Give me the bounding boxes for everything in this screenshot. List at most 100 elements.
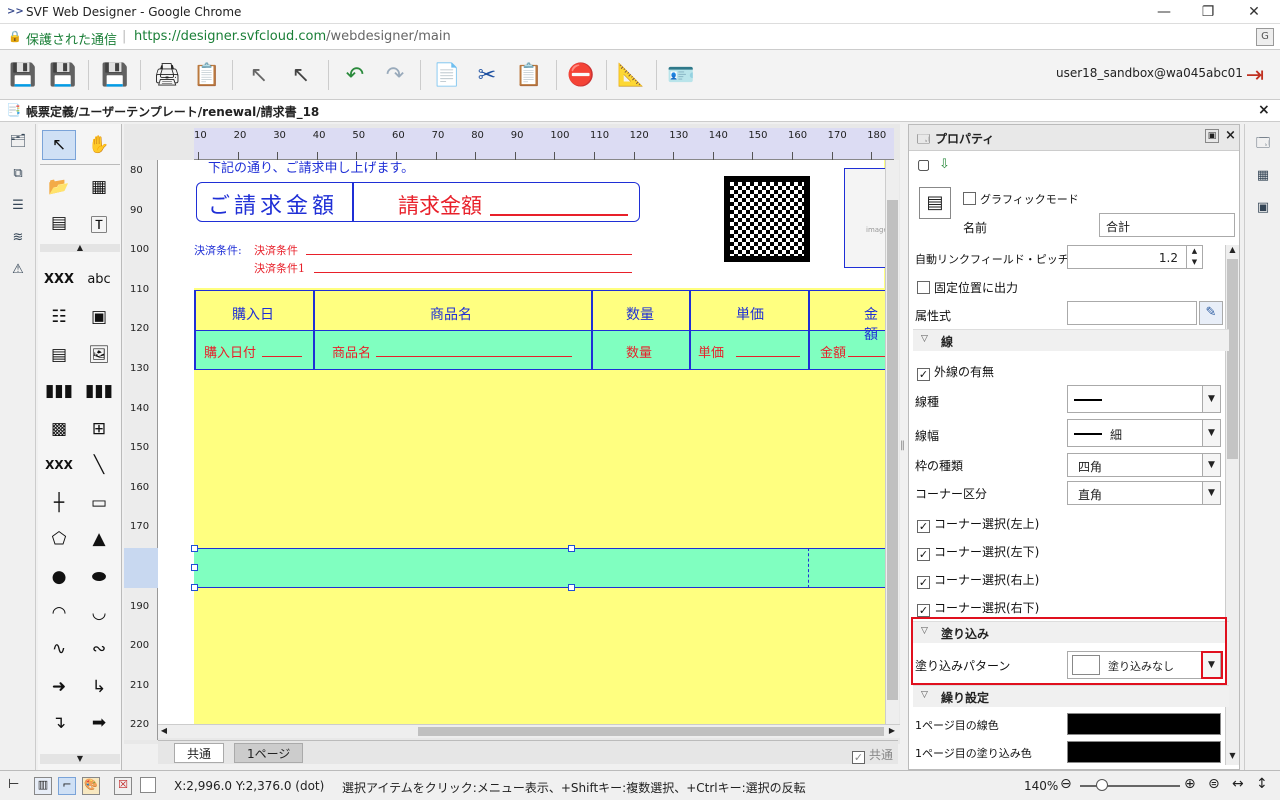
chevron-down-icon[interactable]: ▼	[1202, 420, 1220, 446]
save-as-icon[interactable]: 💾	[48, 60, 78, 90]
select-all-icon[interactable]: ↖	[286, 60, 316, 90]
wave-tool-icon[interactable]: ∿	[42, 634, 76, 664]
hand-tool-icon[interactable]: ✋	[82, 130, 116, 160]
field-list-icon[interactable]: ☷	[42, 302, 76, 332]
calculator-icon[interactable]: ▤	[42, 208, 76, 238]
user-card-icon[interactable]: 🪪	[666, 60, 696, 90]
field-amount[interactable]: 金額	[820, 342, 846, 361]
data-tab-icon[interactable]: ▦	[1253, 166, 1273, 186]
selection-handle[interactable]	[191, 545, 198, 552]
layers-icon[interactable]: ≋	[8, 228, 28, 248]
polygon-tool-icon[interactable]: ⬠	[42, 524, 76, 554]
payment-value-1[interactable]: 決済条件	[254, 242, 298, 258]
barcode-icon[interactable]: ▮▮▮	[42, 376, 76, 406]
palette-icon[interactable]: 🎨	[82, 777, 100, 795]
corner-icon[interactable]: ⌐	[58, 777, 76, 795]
translate-icon[interactable]: G	[1256, 28, 1274, 46]
field-quantity[interactable]: 数量	[626, 342, 652, 361]
corner-bottom-right-checkbox[interactable]: ✓ コーナー選択(右下)	[917, 599, 1039, 617]
field-product-name[interactable]: 商品名	[332, 342, 371, 361]
paste-icon[interactable]: 📋	[514, 60, 544, 90]
page1-line-color-swatch[interactable]	[1067, 713, 1221, 735]
corner-top-right-checkbox[interactable]: ✓ コーナー選択(右上)	[917, 571, 1039, 589]
field-unit-price[interactable]: 単価	[698, 342, 724, 361]
selection-handle[interactable]	[568, 584, 575, 591]
close-document-icon[interactable]: ×	[1258, 102, 1270, 118]
autolink-input[interactable]: 1.2 ▲ ▼	[1067, 245, 1203, 269]
fit-width-icon[interactable]: ↔	[1232, 776, 1244, 792]
restore-button[interactable]: ❐	[1198, 2, 1218, 22]
barcode2-icon[interactable]: ▮▮▮	[82, 376, 116, 406]
arc-tool-icon[interactable]: ◠	[42, 598, 76, 628]
zoom-slider[interactable]	[1080, 785, 1180, 787]
frame-type-select[interactable]: 四角 ▼	[1067, 453, 1221, 477]
ruler-icon[interactable]: 📐	[616, 60, 646, 90]
undo-icon[interactable]: ↶	[340, 60, 370, 90]
ellipse-arc-icon[interactable]: ◡	[82, 598, 116, 628]
url-text[interactable]: https://designer.svfcloud.com/webdesigne…	[134, 29, 451, 44]
intro-text[interactable]: 下記の通り、ご請求申し上げます。	[208, 160, 414, 176]
selection-handle[interactable]	[191, 564, 198, 571]
repeat-section-header[interactable]: ▽ 繰り設定	[913, 685, 1229, 707]
open-folder-icon[interactable]: 📂	[42, 172, 76, 202]
spinner-icon[interactable]: ▲ ▼	[1186, 246, 1202, 268]
scroll-up-icon[interactable]: ▲	[1226, 245, 1239, 257]
header-purchase-date[interactable]: 購入日	[232, 304, 274, 324]
panel-view-icon[interactable]: ▢	[917, 157, 930, 173]
select-cursor-icon[interactable]: ↖	[244, 60, 274, 90]
payment-label[interactable]: 決済条件:	[194, 242, 242, 258]
arrow-bend-icon[interactable]: ↳	[82, 672, 116, 702]
zoom-slider-thumb[interactable]	[1096, 779, 1108, 791]
list-icon[interactable]: ☰	[8, 196, 28, 216]
copy-layers-icon[interactable]: ⧉	[8, 164, 28, 184]
cut-icon[interactable]: ✂	[472, 60, 502, 90]
selection-handle[interactable]	[568, 545, 575, 552]
horizontal-scroll-thumb[interactable]	[418, 727, 884, 736]
zoom-out-icon[interactable]: ⊖	[1060, 776, 1072, 792]
text-tool-icon[interactable]: abc	[82, 264, 116, 294]
chevron-down-icon[interactable]: ▼	[1202, 454, 1220, 476]
form-paper[interactable]: 下記の通り、ご請求申し上げます。 ご請求金額 請求金額 image 決済条件: …	[158, 160, 886, 726]
header-unit-price[interactable]: 単価	[736, 304, 764, 324]
table-data-icon[interactable]: ▦	[82, 172, 116, 202]
page1-fill-color-swatch[interactable]	[1067, 741, 1221, 763]
settings-tab-icon[interactable]: ▣	[1253, 198, 1273, 218]
save-settings-icon[interactable]: 💾	[100, 60, 130, 90]
qr-code[interactable]	[724, 176, 810, 262]
download-icon[interactable]: ⇩	[939, 157, 950, 172]
outer-line-checkbox[interactable]: ✓ 外線の有無	[917, 363, 994, 381]
align-icon[interactable]: ⊢	[8, 777, 19, 792]
palette-scroll-up-icon[interactable]: ▲	[40, 244, 120, 252]
line-section-header[interactable]: ▽ 線	[913, 329, 1229, 351]
common-checkbox[interactable]: ✓ 共通	[852, 746, 893, 764]
curve-tool-icon[interactable]: ∾	[82, 634, 116, 664]
field-tool-icon[interactable]: XXX	[42, 264, 76, 294]
pin-icon[interactable]: ▣	[1205, 129, 1219, 143]
multi-field-icon[interactable]: XXX	[42, 450, 76, 480]
scroll-down-icon[interactable]: ▼	[1226, 751, 1239, 763]
address-bar[interactable]: 🔒 保護された通信 | https://designer.svfcloud.co…	[0, 24, 1280, 50]
amount-value[interactable]: 請求金額	[398, 190, 482, 220]
ellipse-tool-icon[interactable]: ⬬	[82, 562, 116, 592]
payment-value-2[interactable]: 決済条件1	[254, 260, 305, 276]
fit-height-icon[interactable]: ↕	[1256, 776, 1268, 792]
panel-splitter[interactable]: ‖	[900, 440, 908, 460]
warning-icon[interactable]: ⚠	[8, 260, 28, 280]
image-frame[interactable]	[844, 168, 886, 268]
delete-icon[interactable]: ⛔	[566, 60, 596, 90]
scroll-left-icon[interactable]: ◀	[158, 725, 170, 737]
selection-handle[interactable]	[191, 584, 198, 591]
canvas-vertical-scrollbar[interactable]	[885, 160, 899, 726]
chevron-down-icon[interactable]: ▼	[1202, 386, 1220, 412]
total-row-selected[interactable]	[194, 548, 886, 588]
tab-page-1[interactable]: 1ページ	[234, 743, 304, 763]
palette-scroll-down-icon[interactable]: ▼	[40, 754, 120, 764]
header-amount[interactable]: 金額	[864, 304, 886, 344]
corner-bottom-left-checkbox[interactable]: ✓ コーナー選択(左下)	[917, 543, 1039, 561]
graphic-mode-checkbox[interactable]: グラフィックモード	[963, 191, 1079, 207]
corner-type-select[interactable]: 直角 ▼	[1067, 481, 1221, 505]
header-quantity[interactable]: 数量	[626, 304, 654, 324]
edit-pencil-icon[interactable]: ✎	[1199, 301, 1223, 325]
line-type-select[interactable]: ▼	[1067, 385, 1221, 413]
name-input[interactable]: 合計	[1099, 213, 1235, 237]
